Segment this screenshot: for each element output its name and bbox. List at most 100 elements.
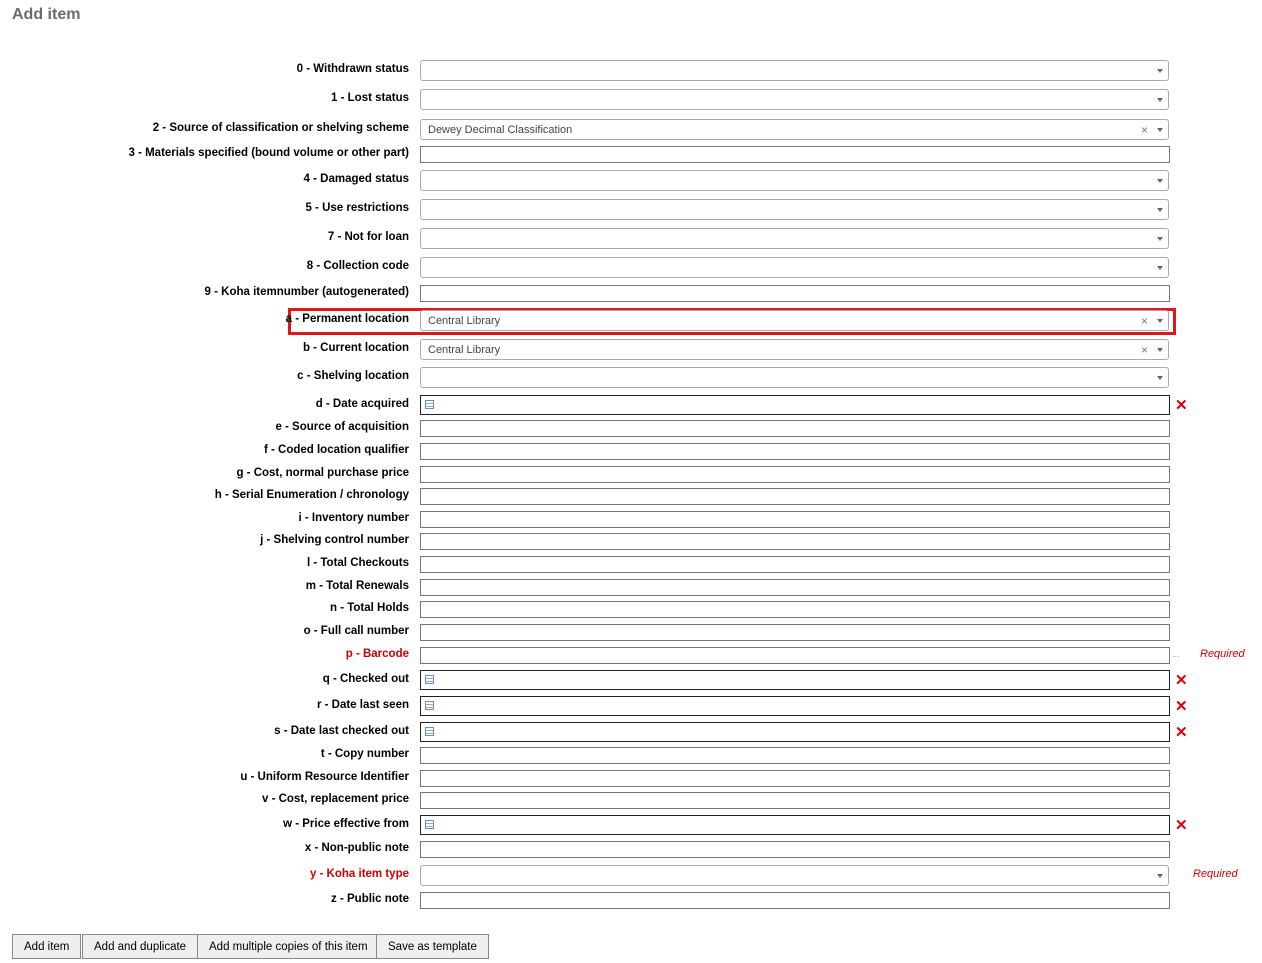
field-label: 3 - Materials specified (bound volume or…: [128, 147, 409, 159]
chevron-down-icon[interactable]: [1157, 874, 1163, 878]
c-shelving-location-select[interactable]: [420, 367, 1169, 388]
u-uniform-resource-identifier-input[interactable]: [420, 770, 1170, 787]
calendar-icon[interactable]: [425, 727, 434, 736]
p-barcode-input[interactable]: [420, 647, 1170, 664]
chevron-down-icon[interactable]: [1157, 128, 1163, 132]
a-permanent-location-select[interactable]: Central Library ×: [420, 310, 1169, 331]
5-use-restrictions-select[interactable]: [420, 199, 1169, 220]
chevron-down-icon[interactable]: [1157, 348, 1163, 352]
v-cost-replacement-price-input[interactable]: [420, 792, 1170, 809]
l-total-checkouts-input[interactable]: [420, 556, 1170, 573]
field-label: 8 - Collection code: [306, 260, 409, 272]
3-materials-specified-bound-volume-or-other-part-input[interactable]: [420, 146, 1170, 163]
m-total-renewals-input[interactable]: [420, 579, 1170, 596]
field-label: i - Inventory number: [298, 512, 409, 524]
2-source-of-classification-or-shelving-scheme-select[interactable]: Dewey Decimal Classification ×: [420, 119, 1169, 140]
q-checked-out-date-input[interactable]: [420, 670, 1170, 690]
h-serial-enumeration-chronology-input[interactable]: [420, 488, 1170, 505]
save-as-template-button[interactable]: Save as template: [376, 934, 489, 959]
field-label: r - Date last seen: [316, 699, 409, 711]
field-label: s - Date last checked out: [274, 725, 409, 737]
field-label: y - Koha item type: [309, 868, 409, 880]
clear-icon[interactable]: ×: [1141, 314, 1148, 328]
j-shelving-control-number-input[interactable]: [420, 533, 1170, 550]
field-label: h - Serial Enumeration / chronology: [214, 489, 409, 501]
calendar-icon[interactable]: [425, 675, 434, 684]
8-collection-code-select[interactable]: [420, 257, 1169, 278]
n-total-holds-input[interactable]: [420, 601, 1170, 618]
required-indicator: Required: [1200, 648, 1245, 660]
field-label: 4 - Damaged status: [303, 173, 409, 185]
field-label: a - Permanent location: [285, 313, 409, 325]
add-and-duplicate-button[interactable]: Add and duplicate: [82, 934, 199, 959]
4-damaged-status-select[interactable]: [420, 170, 1169, 191]
clear-icon[interactable]: ×: [1141, 343, 1148, 357]
field-label: p - Barcode: [345, 648, 409, 660]
calendar-icon[interactable]: [425, 820, 434, 829]
1-lost-status-select[interactable]: [420, 89, 1169, 110]
s-date-last-checked-out-date-input[interactable]: [420, 722, 1170, 742]
field-label: 5 - Use restrictions: [305, 202, 409, 214]
add-item-button[interactable]: Add item: [12, 934, 82, 959]
7-not-for-loan-select[interactable]: [420, 228, 1169, 249]
d-date-acquired-date-input[interactable]: [420, 395, 1170, 415]
clear-icon[interactable]: ×: [1141, 123, 1148, 137]
clear-date-icon[interactable]: ✕: [1175, 699, 1188, 714]
calendar-icon[interactable]: [425, 701, 434, 710]
field-label: l - Total Checkouts: [306, 557, 409, 569]
field-label: e - Source of acquisition: [275, 421, 409, 433]
field-label: 0 - Withdrawn status: [296, 63, 409, 75]
plugin-button[interactable]: ...: [1172, 649, 1180, 659]
field-label: z - Public note: [331, 893, 409, 905]
field-label: m - Total Renewals: [305, 580, 409, 592]
chevron-down-icon[interactable]: [1157, 319, 1163, 323]
field-label: t - Copy number: [320, 748, 409, 760]
b-current-location-select[interactable]: Central Library ×: [420, 339, 1169, 360]
9-koha-itemnumber-autogenerated-input[interactable]: [420, 285, 1170, 302]
field-label: 7 - Not for loan: [327, 231, 409, 243]
o-full-call-number-input[interactable]: [420, 624, 1170, 641]
chevron-down-icon[interactable]: [1157, 98, 1163, 102]
x-non-public-note-input[interactable]: [420, 841, 1170, 858]
required-indicator: Required: [1193, 868, 1238, 880]
0-withdrawn-status-select[interactable]: [420, 60, 1169, 81]
selected-value: Central Library: [428, 344, 501, 356]
e-source-of-acquisition-input[interactable]: [420, 420, 1170, 437]
w-price-effective-from-date-input[interactable]: [420, 815, 1170, 835]
field-label: g - Cost, normal purchase price: [236, 467, 409, 479]
field-label: 9 - Koha itemnumber (autogenerated): [204, 286, 409, 298]
field-label: f - Coded location qualifier: [263, 444, 409, 456]
selected-value: Dewey Decimal Classification: [428, 124, 573, 136]
field-label: q - Checked out: [322, 673, 409, 685]
field-label: j - Shelving control number: [260, 534, 409, 546]
field-label: 1 - Lost status: [331, 92, 409, 104]
f-coded-location-qualifier-input[interactable]: [420, 443, 1170, 460]
selected-value: Central Library: [428, 315, 501, 327]
field-label: u - Uniform Resource Identifier: [240, 771, 409, 783]
clear-date-icon[interactable]: ✕: [1175, 725, 1188, 740]
add-multiple-copies-button[interactable]: Add multiple copies of this item: [197, 934, 380, 959]
field-label: d - Date acquired: [315, 398, 409, 410]
y-koha-item-type-select[interactable]: [420, 865, 1169, 886]
chevron-down-icon[interactable]: [1157, 266, 1163, 270]
chevron-down-icon[interactable]: [1157, 237, 1163, 241]
chevron-down-icon[interactable]: [1157, 69, 1163, 73]
t-copy-number-input[interactable]: [420, 747, 1170, 764]
field-label: b - Current location: [302, 342, 409, 354]
field-label: n - Total Holds: [329, 602, 409, 614]
chevron-down-icon[interactable]: [1157, 208, 1163, 212]
r-date-last-seen-date-input[interactable]: [420, 696, 1170, 716]
clear-date-icon[interactable]: ✕: [1175, 398, 1188, 413]
field-label: 2 - Source of classification or shelving…: [152, 122, 409, 134]
z-public-note-input[interactable]: [420, 892, 1170, 909]
g-cost-normal-purchase-price-input[interactable]: [420, 466, 1170, 483]
chevron-down-icon[interactable]: [1157, 179, 1163, 183]
chevron-down-icon[interactable]: [1157, 376, 1163, 380]
clear-date-icon[interactable]: ✕: [1175, 818, 1188, 833]
field-label: x - Non-public note: [304, 842, 409, 854]
calendar-icon[interactable]: [425, 400, 434, 409]
field-label: o - Full call number: [303, 625, 409, 637]
i-inventory-number-input[interactable]: [420, 511, 1170, 528]
page-title: Add item: [12, 6, 81, 23]
clear-date-icon[interactable]: ✕: [1175, 673, 1188, 688]
